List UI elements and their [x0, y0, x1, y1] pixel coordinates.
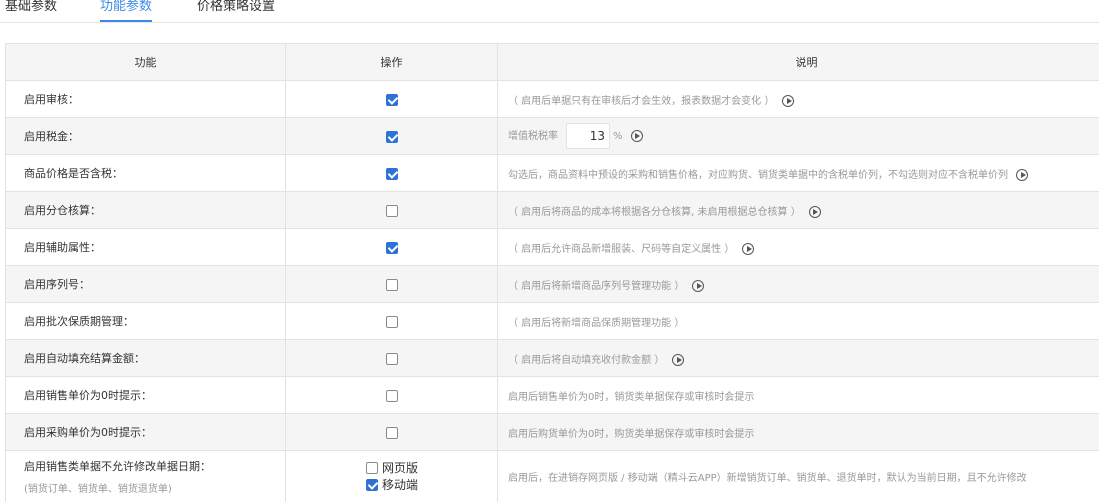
platform-option-label: 移动端	[382, 477, 419, 492]
tax-rate-input[interactable]: 13	[566, 123, 610, 149]
operation-cell	[285, 413, 498, 451]
table-row: 启用辅助属性： （ 启用后允许商品新增服装、尺码等自定义属性 ）	[5, 228, 1099, 266]
function-label: 启用自动填充结算金额：	[5, 339, 286, 377]
table-row: 启用自动填充结算金额： （ 启用后将自动填充收付款金额 ）	[5, 339, 1099, 377]
description-text: （ 启用后单据只有在审核后才会生效，报表数据才会变化 ）	[508, 95, 775, 107]
description-text: 勾选后，商品资料中预设的采购和销售价格，对应购货、销货类单据中的含税单价列，不勾…	[508, 169, 1008, 181]
function-label: 启用批次保质期管理：	[5, 302, 286, 340]
play-circle-icon[interactable]	[630, 130, 643, 142]
platform-checkbox[interactable]	[366, 479, 378, 491]
platform-option[interactable]: 网页版	[286, 460, 497, 477]
header-function: 功能	[5, 43, 286, 81]
operation-cell	[285, 80, 498, 118]
play-circle-icon[interactable]	[692, 279, 705, 292]
operation-cell	[285, 302, 498, 340]
table-row: 启用采购单价为0时提示： 启用后购货单价为0时，购货类单据保存或审核时会提示	[5, 413, 1099, 451]
enable-checkbox[interactable]	[385, 130, 398, 143]
table-row: 商品价格是否含税： 勾选后，商品资料中预设的采购和销售价格，对应购货、销货类单据…	[5, 154, 1099, 192]
play-circle-icon[interactable]	[782, 94, 795, 107]
description-cell: （ 启用后允许商品新增服装、尺码等自定义属性 ）	[497, 228, 1099, 266]
tab-basic-params[interactable]: 基础参数	[5, 0, 57, 14]
enable-checkbox[interactable]	[385, 352, 398, 365]
enable-checkbox[interactable]	[385, 204, 398, 217]
operation-cell	[285, 265, 498, 303]
operation-cell	[285, 117, 498, 155]
enable-checkbox[interactable]	[385, 241, 398, 254]
table-header-row: 功能 操作 说明	[5, 43, 1099, 81]
description-cell: 启用后，在进销存网页版 / 移动端（精斗云APP）新增销货订单、销货单、退货单时…	[497, 450, 1099, 502]
description-cell: 增值税税率 13%	[497, 117, 1099, 155]
description-text: （ 启用后将新增商品序列号管理功能 ）	[508, 280, 685, 292]
play-circle-icon[interactable]	[1016, 168, 1028, 181]
platform-option[interactable]: 移动端	[286, 477, 497, 494]
enable-checkbox[interactable]	[385, 315, 398, 328]
operation-cell	[285, 191, 498, 229]
tax-rate-unit: %	[613, 131, 623, 142]
table-row: 启用税金： 增值税税率 13%	[5, 117, 1099, 155]
function-label: 启用分仓核算：	[5, 191, 286, 229]
play-circle-icon[interactable]	[672, 353, 685, 366]
description-text: 启用后销售单价为0时，销货类单据保存或审核时会提示	[508, 391, 755, 403]
tab-function-params[interactable]: 功能参数	[100, 0, 153, 22]
enable-checkbox[interactable]	[385, 426, 398, 439]
description-cell: 启用后销售单价为0时，销货类单据保存或审核时会提示	[497, 376, 1099, 414]
active-tab-underline	[100, 20, 153, 22]
description-text: （ 启用后允许商品新增服装、尺码等自定义属性 ）	[508, 243, 735, 255]
table-row: 启用分仓核算： （ 启用后将商品的成本将根据各分仓核算, 未启用根据总仓核算 ）	[5, 191, 1099, 229]
description-text: （ 启用后将自动填充收付款金额 ）	[508, 354, 665, 366]
description-text: 启用后购货单价为0时，购货类单据保存或审核时会提示	[508, 428, 755, 440]
operation-cell	[285, 376, 498, 414]
function-label: 启用销售单价为0时提示：	[5, 376, 286, 414]
function-sublabel: (销货订单、销货单、销货退货单)	[24, 484, 172, 495]
function-label: 启用销售类单据不允许修改单据日期： (销货订单、销货单、销货退货单)	[5, 450, 286, 502]
platform-checkbox[interactable]	[366, 462, 378, 474]
description-cell: 启用后购货单价为0时，购货类单据保存或审核时会提示	[497, 413, 1099, 451]
enable-checkbox[interactable]	[385, 389, 398, 402]
function-label: 启用辅助属性：	[5, 228, 286, 266]
header-description: 说明	[497, 43, 1099, 81]
description-text: 启用后，在进销存网页版 / 移动端（精斗云APP）新增销货订单、销货单、退货单时…	[508, 473, 1027, 484]
description-cell: （ 启用后将商品的成本将根据各分仓核算, 未启用根据总仓核算 ）	[497, 191, 1099, 229]
description-cell: （ 启用后将新增商品保质期管理功能 ）	[497, 302, 1099, 340]
function-label: 启用审核：	[5, 80, 286, 118]
function-label: 启用序列号：	[5, 265, 286, 303]
description-cell: （ 启用后将自动填充收付款金额 ）	[497, 339, 1099, 377]
enable-checkbox[interactable]	[385, 167, 398, 180]
header-operation: 操作	[285, 43, 498, 81]
table-row: 启用销售类单据不允许修改单据日期： (销货订单、销货单、销货退货单) 网页版 移动端启…	[5, 450, 1099, 502]
description-cell: 勾选后，商品资料中预设的采购和销售价格，对应购货、销货类单据中的含税单价列，不勾…	[497, 154, 1099, 192]
function-label: 商品价格是否含税：	[5, 154, 286, 192]
table-row: 启用审核： （ 启用后单据只有在审核后才会生效，报表数据才会变化 ）	[5, 80, 1099, 118]
enable-checkbox[interactable]	[385, 93, 398, 106]
tab-price-strategy[interactable]: 价格策略设置	[197, 0, 275, 14]
table-row: 启用序列号： （ 启用后将新增商品序列号管理功能 ）	[5, 265, 1099, 303]
function-label-text: 启用销售类单据不允许修改单据日期：	[24, 460, 211, 473]
platform-option-label: 网页版	[382, 460, 419, 475]
function-label: 启用税金：	[5, 117, 286, 155]
table-row: 启用批次保质期管理： （ 启用后将新增商品保质期管理功能 ）	[5, 302, 1099, 340]
function-label: 启用采购单价为0时提示：	[5, 413, 286, 451]
description-text: （ 启用后将新增商品保质期管理功能 ）	[508, 317, 685, 329]
operation-cell	[285, 154, 498, 192]
operation-cell: 网页版 移动端	[285, 450, 498, 502]
description-text: （ 启用后将商品的成本将根据各分仓核算, 未启用根据总仓核算 ）	[508, 206, 801, 218]
tab-bar: 基础参数 功能参数 价格策略设置	[0, 0, 1099, 23]
function-params-table: 功能 操作 说明 启用审核： （ 启用后单据只有在审核后才会生效，报表数据才会变…	[5, 43, 1099, 502]
enable-checkbox[interactable]	[385, 278, 398, 291]
description-cell: （ 启用后将新增商品序列号管理功能 ）	[497, 265, 1099, 303]
play-circle-icon[interactable]	[742, 242, 755, 255]
operation-cell	[285, 228, 498, 266]
table-row: 启用销售单价为0时提示： 启用后销售单价为0时，销货类单据保存或审核时会提示	[5, 376, 1099, 414]
description-cell: （ 启用后单据只有在审核后才会生效，报表数据才会变化 ）	[497, 80, 1099, 118]
play-circle-icon[interactable]	[808, 205, 821, 218]
description-text: 增值税税率	[508, 131, 558, 142]
operation-cell	[285, 339, 498, 377]
